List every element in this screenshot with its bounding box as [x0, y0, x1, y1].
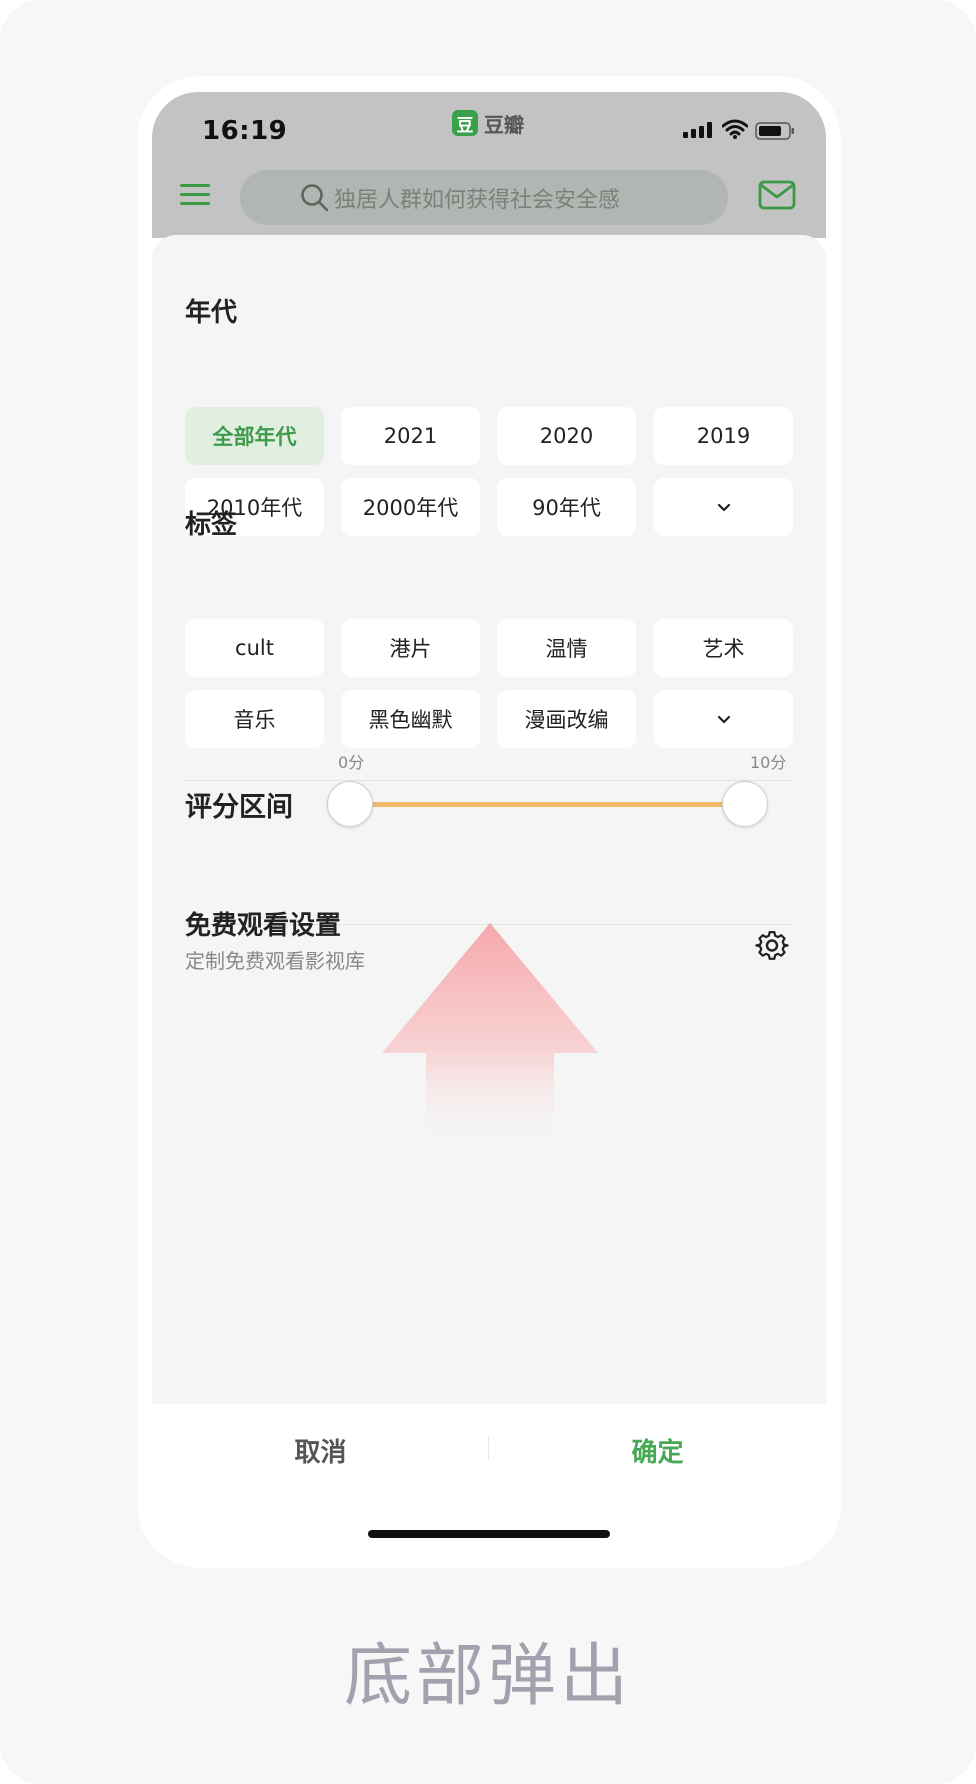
chip-tag-cult[interactable]: cult — [185, 619, 324, 677]
chip-year-2021[interactable]: 2021 — [341, 407, 480, 465]
signal-icon — [683, 122, 712, 138]
app-logo-icon: 豆 — [452, 110, 478, 136]
divider — [185, 780, 793, 781]
search-placeholder: 独居人群如何获得社会安全感 — [334, 187, 621, 213]
chip-year-all[interactable]: 全部年代 — [185, 407, 324, 465]
chip-tag-warm[interactable]: 温情 — [497, 619, 636, 677]
tag-expand-button[interactable] — [654, 690, 793, 748]
year-section-title: 年代 — [185, 298, 238, 328]
app-badge: 豆 豆瓣 — [452, 108, 524, 138]
chip-tag-hk-film[interactable]: 港片 — [341, 619, 480, 677]
action-bar: 取消 确定 — [152, 1404, 826, 1496]
up-arrow-illustration — [382, 923, 598, 1148]
chip-tag-music[interactable]: 音乐 — [185, 690, 324, 748]
free-watch-title: 免费观看设置 — [185, 911, 342, 941]
year-expand-button[interactable] — [654, 478, 793, 536]
chip-year-2019[interactable]: 2019 — [654, 407, 793, 465]
caption: 底部弹出 — [343, 1637, 632, 1716]
tag-section-title: 标签 — [185, 510, 238, 540]
cancel-button[interactable]: 取消 — [152, 1404, 489, 1496]
chip-year-2000s[interactable]: 2000年代 — [341, 478, 480, 536]
home-area — [152, 1496, 826, 1552]
free-watch-subtitle: 定制免费观看影视库 — [185, 949, 365, 973]
menu-icon[interactable] — [180, 182, 210, 208]
chip-year-2020[interactable]: 2020 — [497, 407, 636, 465]
wifi-icon — [722, 119, 748, 139]
chip-tag-art[interactable]: 艺术 — [654, 619, 793, 677]
chip-tag-comic-adaptation[interactable]: 漫画改编 — [497, 690, 636, 748]
rating-slider-low-handle[interactable] — [327, 781, 373, 827]
status-bar: 16:19 豆 豆瓣 — [152, 92, 826, 162]
chevron-down-icon — [717, 715, 730, 724]
search-icon — [301, 184, 329, 212]
canvas: 16:19 豆 豆瓣 独居人群如何获得社会安全感 年代 全部年代 2021 20… — [0, 0, 976, 1784]
search-input[interactable]: 独居人群如何获得社会安全感 — [240, 170, 728, 225]
rating-slider-high-handle[interactable] — [722, 781, 768, 827]
phone-screen: 16:19 豆 豆瓣 独居人群如何获得社会安全感 年代 全部年代 2021 20… — [152, 92, 826, 1552]
chevron-down-icon — [717, 503, 730, 512]
gear-icon[interactable] — [755, 928, 789, 962]
rating-min-label: 0分 — [338, 753, 365, 772]
bottom-sheet: 年代 全部年代 2021 2020 2019 2010年代 2000年代 90年… — [152, 235, 826, 1552]
battery-icon — [755, 122, 794, 140]
chip-year-90s[interactable]: 90年代 — [497, 478, 636, 536]
app-name: 豆瓣 — [484, 112, 524, 137]
top-nav-bar: 独居人群如何获得社会安全感 — [152, 162, 826, 238]
rating-slider-track[interactable] — [350, 802, 745, 807]
mail-icon[interactable] — [758, 179, 796, 211]
confirm-button[interactable]: 确定 — [489, 1404, 826, 1496]
status-time: 16:19 — [202, 116, 288, 146]
home-indicator[interactable] — [368, 1530, 610, 1538]
chip-tag-dark-humor[interactable]: 黑色幽默 — [341, 690, 480, 748]
rating-range-label: 评分区间 — [185, 792, 293, 823]
rating-max-label: 10分 — [750, 753, 787, 772]
